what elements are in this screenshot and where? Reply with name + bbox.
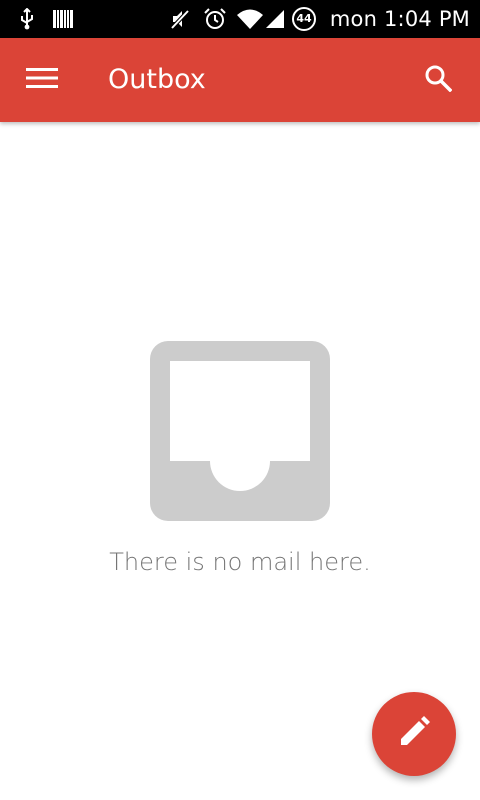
empty-state-message: There is no mail here. <box>109 548 371 576</box>
pencil-icon <box>397 715 431 754</box>
search-button[interactable] <box>410 52 466 108</box>
wifi-icon <box>236 0 264 38</box>
empty-inbox-icon <box>150 341 330 521</box>
mute-icon <box>168 0 192 38</box>
status-bar: 44 mon 1:04 PM <box>0 0 480 38</box>
app-bar: Outbox <box>0 38 480 122</box>
signal-icon <box>264 0 286 38</box>
menu-icon <box>26 67 58 94</box>
compose-button[interactable] <box>372 692 456 776</box>
battery-icon: 44 <box>292 7 316 31</box>
status-time: mon 1:04 PM <box>329 7 470 31</box>
search-icon <box>424 64 453 97</box>
page-title: Outbox <box>108 64 206 95</box>
alarm-icon <box>202 0 228 38</box>
barcode-icon <box>53 0 73 38</box>
usb-icon <box>16 0 38 38</box>
menu-button[interactable] <box>14 52 70 108</box>
